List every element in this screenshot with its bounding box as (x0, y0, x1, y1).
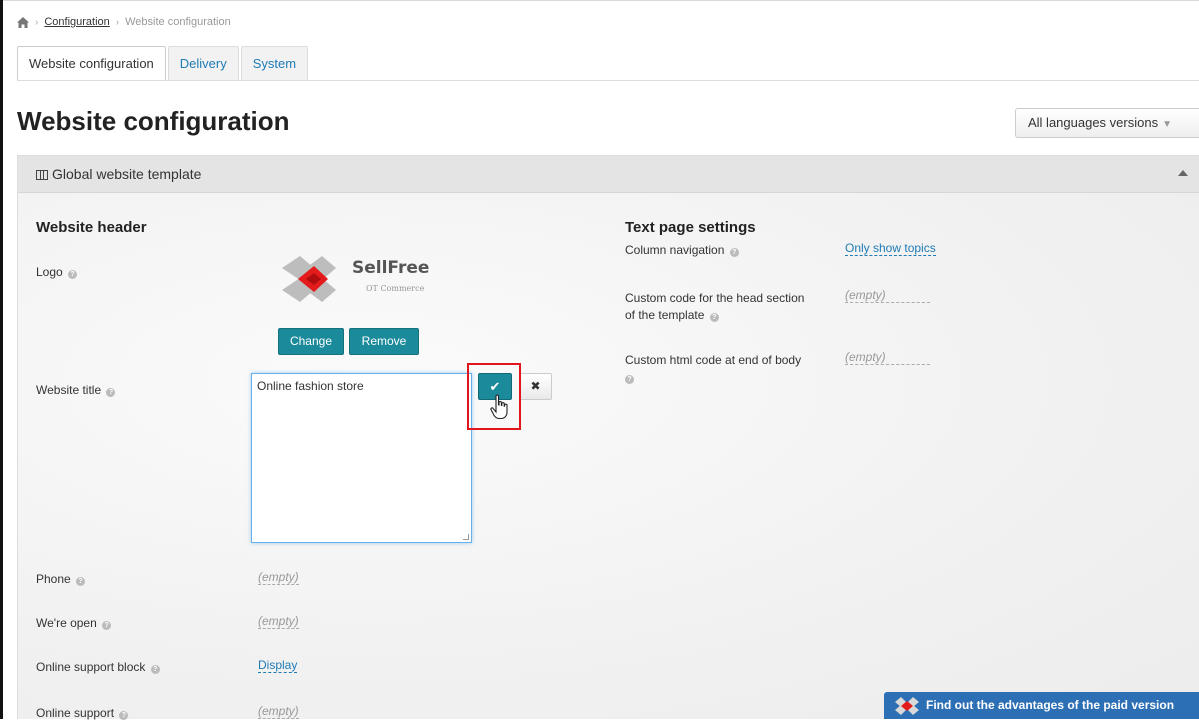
panel-header[interactable]: Global website template (18, 156, 1199, 193)
body-code-value[interactable]: (empty) (845, 350, 930, 365)
help-icon[interactable]: ? (76, 577, 86, 586)
tabs-divider (17, 80, 1199, 81)
online-support-value[interactable]: (empty) (258, 704, 299, 719)
logo-subtext: OT Commerce (366, 284, 425, 293)
body-code-label: Custom html code at end of body? (625, 353, 802, 384)
support-block-value[interactable]: Display (258, 658, 298, 673)
breadcrumb-separator: › (115, 16, 120, 28)
language-dropdown-label: All languages versions (1028, 115, 1159, 130)
help-icon[interactable]: ? (68, 270, 78, 279)
panel-title: Global website template (52, 166, 202, 182)
text-page-settings-heading: Text page settings (625, 219, 756, 236)
home-icon[interactable] (17, 16, 29, 28)
tab-system[interactable]: System (240, 46, 309, 81)
chevron-down-icon: ▼ (1162, 119, 1172, 130)
support-block-label: Online support block ? (36, 660, 160, 674)
change-logo-button[interactable]: Change (278, 328, 344, 355)
remove-logo-button[interactable]: Remove (349, 328, 419, 355)
cancel-button[interactable]: ✖ (519, 373, 552, 400)
help-icon[interactable]: ? (709, 313, 719, 322)
website-title-value: Online fashion store (257, 379, 364, 393)
tab-delivery[interactable]: Delivery (167, 46, 239, 81)
open-hours-value[interactable]: (empty) (258, 614, 299, 629)
breadcrumb-configuration-link[interactable]: Configuration (44, 16, 109, 28)
open-hours-label: We're open ? (36, 616, 112, 630)
online-support-label: Online support ? (36, 706, 129, 720)
website-title-input[interactable]: Online fashion store (251, 373, 472, 543)
global-template-panel: Global website template (17, 155, 1199, 719)
resize-handle-icon[interactable] (463, 534, 469, 540)
phone-label: Phone ? (36, 572, 86, 586)
phone-value[interactable]: (empty) (258, 570, 299, 585)
sellfree-logo-icon (895, 697, 919, 715)
logo-text: SellFree (352, 258, 430, 278)
tab-website-configuration[interactable]: Website configuration (17, 46, 166, 81)
column-navigation-value[interactable]: Only show topics (845, 241, 936, 256)
help-icon[interactable]: ? (729, 248, 739, 257)
breadcrumb-separator: › (35, 16, 39, 28)
paid-version-banner[interactable]: Find out the advantages of the paid vers… (884, 692, 1199, 719)
window-top-border (0, 0, 1199, 1)
collapse-arrow-icon[interactable] (1178, 170, 1188, 176)
help-icon[interactable]: ? (625, 375, 634, 384)
window-left-border (0, 0, 3, 719)
columns-icon (36, 170, 48, 180)
head-code-value[interactable]: (empty) (845, 288, 930, 303)
language-dropdown[interactable]: All languages versions ▼ (1015, 108, 1199, 138)
website-header-heading: Website header (36, 219, 147, 236)
close-icon: ✖ (530, 379, 541, 393)
help-icon[interactable]: ? (106, 388, 116, 397)
paid-version-label: Find out the advantages of the paid vers… (926, 698, 1175, 712)
breadcrumb-current: Website configuration (125, 16, 231, 28)
help-icon[interactable]: ? (150, 665, 160, 674)
page-title: Website configuration (17, 106, 290, 136)
logo-label: Logo ? (36, 265, 78, 279)
head-code-label: Custom code for the head section of the t… (625, 291, 805, 322)
tab-bar: Website configuration Delivery System (17, 46, 310, 81)
column-navigation-label: Column navigation ? (625, 243, 739, 257)
breadcrumb: › Configuration › Website configuration (17, 16, 231, 28)
website-title-label: Website title ? (36, 383, 116, 397)
hand-cursor-icon (490, 394, 508, 420)
help-icon[interactable]: ? (102, 621, 112, 630)
